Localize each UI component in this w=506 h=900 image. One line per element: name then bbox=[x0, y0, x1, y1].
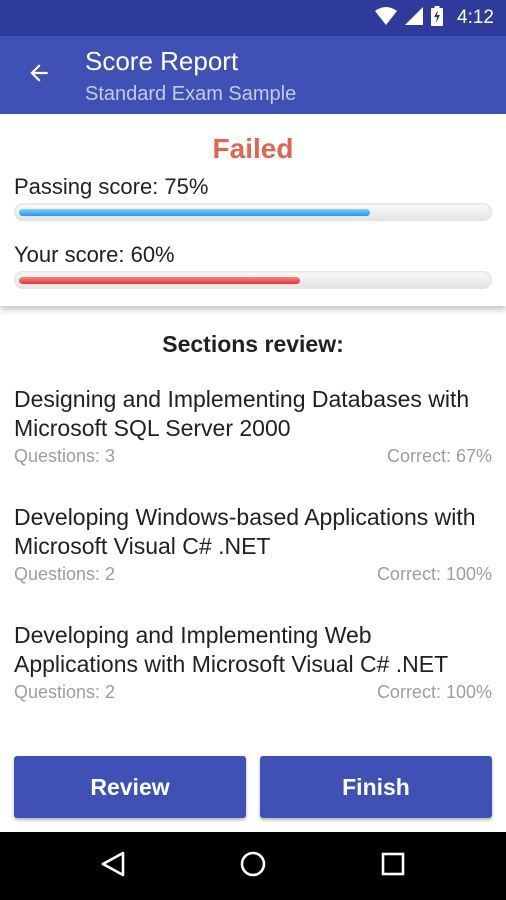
sections-title: Sections review: bbox=[162, 331, 344, 357]
triangle-back-icon bbox=[100, 850, 126, 883]
battery-icon bbox=[431, 5, 444, 31]
page-title: Score Report bbox=[85, 46, 239, 76]
page-subtitle: Standard Exam Sample bbox=[85, 83, 297, 105]
result-label: Failed bbox=[212, 133, 294, 164]
section-item: Developing and Implementing Web Applicat… bbox=[14, 621, 492, 703]
nav-home-button[interactable] bbox=[236, 849, 270, 883]
nav-back-button[interactable] bbox=[96, 849, 130, 883]
section-meta: Questions: 3 Correct: 67% bbox=[14, 446, 492, 467]
section-questions: Questions: 2 bbox=[14, 564, 116, 584]
nav-recents-button[interactable] bbox=[376, 849, 410, 883]
status-bar: 4:12 bbox=[0, 0, 506, 36]
square-recents-icon bbox=[380, 851, 406, 882]
app-bar: Score Report Standard Exam Sample bbox=[0, 36, 506, 114]
screen: 4:12 Score Report Standard Exam Sample F… bbox=[0, 0, 506, 900]
section-name: Designing and Implementing Databases wit… bbox=[14, 386, 470, 441]
passing-score-bar bbox=[14, 203, 492, 221]
circle-home-icon bbox=[239, 850, 267, 883]
signal-icon bbox=[405, 6, 424, 30]
your-score-bar bbox=[14, 271, 492, 289]
section-correct: Correct: 100% bbox=[376, 682, 492, 702]
section-questions: Questions: 2 bbox=[14, 682, 116, 702]
section-name: Developing Windows-based Applications wi… bbox=[14, 504, 476, 559]
navigation-bar bbox=[0, 832, 506, 900]
passing-score-fill bbox=[19, 209, 370, 216]
section-questions: Questions: 3 bbox=[14, 446, 116, 466]
section-correct: Correct: 67% bbox=[386, 446, 492, 466]
arrow-back-icon bbox=[26, 60, 52, 91]
review-button[interactable]: Review bbox=[14, 756, 246, 818]
your-score-label: Your score: 60% bbox=[14, 242, 175, 267]
score-card: Failed Passing score: 75% Your score: 60… bbox=[0, 114, 506, 306]
section-meta: Questions: 2 Correct: 100% bbox=[14, 564, 492, 585]
your-score-fill bbox=[19, 277, 300, 284]
wifi-icon bbox=[375, 6, 398, 30]
section-item: Developing Windows-based Applications wi… bbox=[14, 503, 492, 585]
section-item: Designing and Implementing Databases wit… bbox=[14, 385, 492, 467]
passing-score-label: Passing score: 75% bbox=[14, 174, 209, 199]
section-correct: Correct: 100% bbox=[376, 564, 492, 584]
status-time: 4:12 bbox=[457, 7, 494, 28]
back-button[interactable] bbox=[22, 58, 56, 92]
finish-button[interactable]: Finish bbox=[260, 756, 492, 818]
section-name: Developing and Implementing Web Applicat… bbox=[14, 622, 449, 677]
section-meta: Questions: 2 Correct: 100% bbox=[14, 682, 492, 703]
